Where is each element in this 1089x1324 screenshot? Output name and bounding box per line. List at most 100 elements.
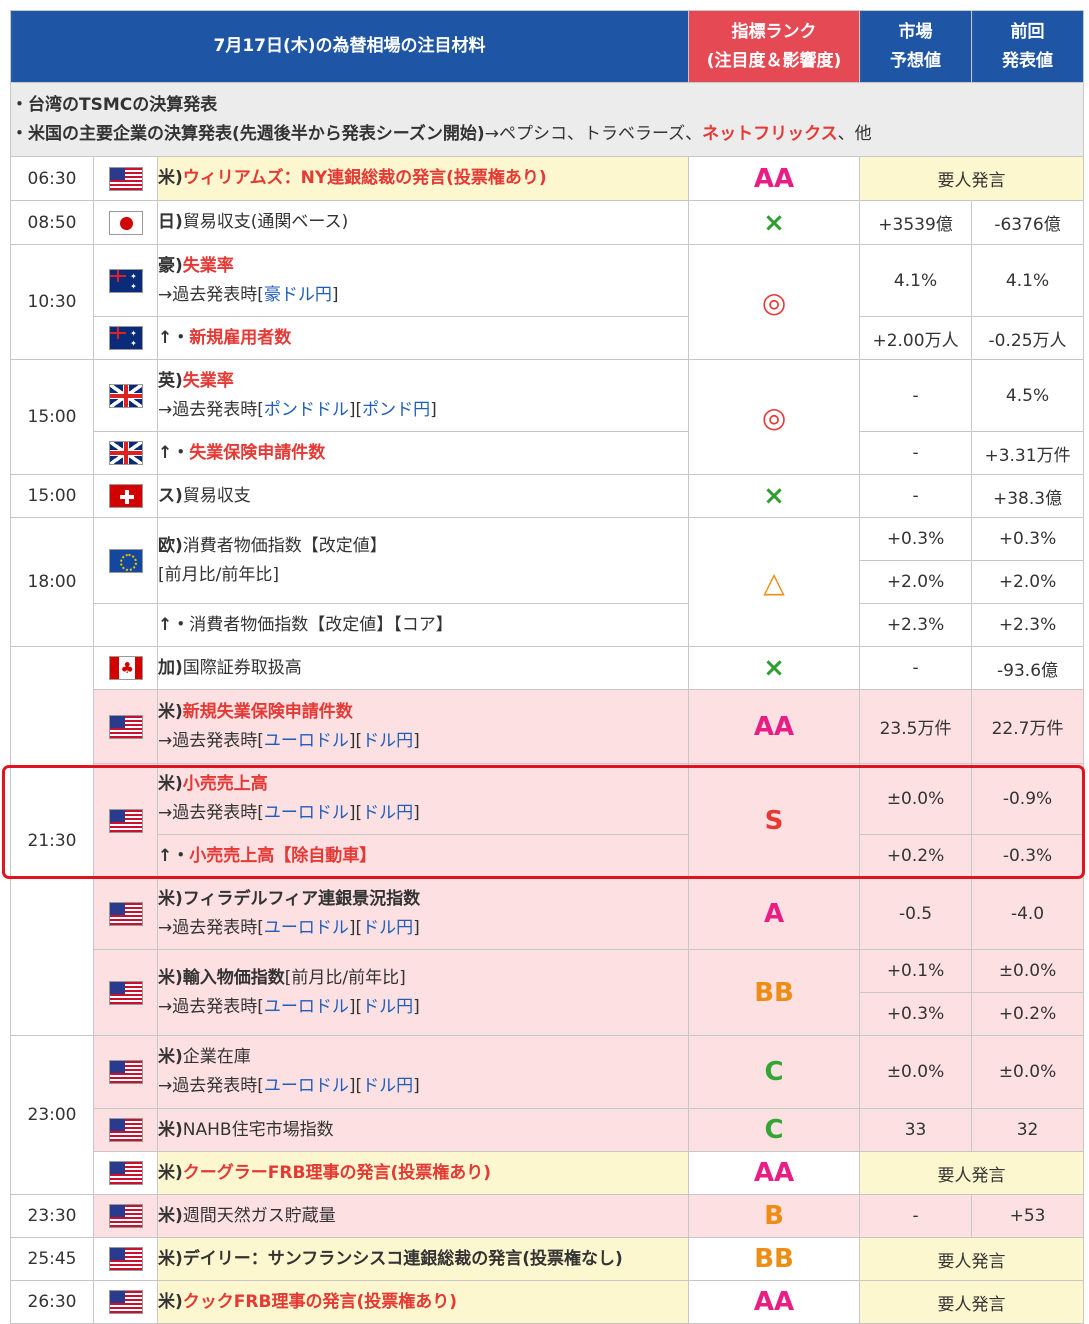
us-flag-icon xyxy=(108,980,143,1005)
rank-column-header: 指標ランク (注目度＆影響度) xyxy=(688,10,861,83)
pair-link[interactable]: ポンドドル xyxy=(264,400,349,420)
previous-cell: -4.0 xyxy=(971,877,1085,950)
flag-cell xyxy=(93,156,158,201)
table-row: 21:30 加)国際証券取扱高 × - -93.6億 xyxy=(10,646,1085,1036)
flag-cell xyxy=(93,1237,158,1281)
rank-cell: △ xyxy=(688,517,861,647)
pair-link[interactable]: ユーロドル xyxy=(264,997,349,1017)
forecast-cell: +0.2% xyxy=(859,834,973,878)
us-flag-icon xyxy=(108,1204,143,1228)
table-row: 米)クーグラーFRB理事の発言(投票権あり) AA 要人発言 xyxy=(11,1151,1085,1195)
rank-cell: AA xyxy=(688,156,861,201)
indicator-name: ↑・消費者物価指数【改定値】【コア】 xyxy=(156,603,690,647)
flag-cell xyxy=(93,1280,158,1324)
time-cell: 23:00 xyxy=(10,1035,94,1195)
table-row: 15:00 英)失業率 →過去発表時[ポンドドル][ポンド円] ◎ - 4.5% xyxy=(10,359,1085,475)
time-cell: 06:30 xyxy=(10,156,94,201)
forecast-cell: +0.3% xyxy=(859,992,973,1036)
previous-cell: +0.2% xyxy=(971,992,1085,1036)
pair-link[interactable]: ドル円 xyxy=(362,997,413,1017)
previous-cell: ±0.0% xyxy=(971,949,1085,993)
table-row: 18:00 欧)消費者物価指数【改定値】 [前月比/前年比] △ +0.3% +0… xyxy=(10,517,1085,647)
forecast-cell: +0.3% xyxy=(859,517,973,561)
table-header-row: 7月17日(木)の為替相場の注目材料 指標ランク (注目度＆影響度) 市場 予想値 … xyxy=(9,10,1085,83)
forecast-cell: ±0.0% xyxy=(859,1035,973,1109)
table-row: 米)輸入物価指数[前月比/前年比] →過去発表時[ユーロドル][ドル円] BB +… xyxy=(11,949,1085,1036)
previous-cell: +0.3% xyxy=(971,517,1085,561)
pair-link[interactable]: ユーロドル xyxy=(264,731,349,751)
us-flag-icon xyxy=(108,166,143,191)
pair-link[interactable]: ドル円 xyxy=(362,731,413,751)
speech-cell: 要人発言 xyxy=(859,1280,1085,1324)
table-row: 15:00 ス)貿易収支 × - +38.3億 xyxy=(10,474,1085,518)
forecast-cell: 23.5万件 xyxy=(859,689,973,764)
indicator-name: 加)国際証券取扱高 xyxy=(156,646,690,690)
previous-cell: -0.9% xyxy=(971,763,1085,835)
previous-cell: 22.7万件 xyxy=(971,689,1085,764)
table-row: 26:30 米)クックFRB理事の発言(投票権あり) AA 要人発言 xyxy=(10,1280,1085,1324)
indicator-name: 米)クックFRB理事の発言(投票権あり) xyxy=(156,1280,690,1324)
rank-cell: × xyxy=(688,200,861,245)
us-flag-icon xyxy=(108,714,143,739)
pair-link[interactable]: ユーロドル xyxy=(264,1076,349,1096)
flag-cell xyxy=(93,1035,158,1109)
forecast-cell: -0.5 xyxy=(859,877,973,950)
flag-cell xyxy=(93,244,158,317)
rank-cell: BB xyxy=(688,949,861,1036)
flag-cell xyxy=(93,200,158,245)
swiss-flag-icon xyxy=(108,484,143,508)
indicator-name: ↑・失業保険申請件数 xyxy=(156,431,690,475)
table-row: 米)フィラデルフィア連銀景況指数 →過去発表時[ユーロドル][ドル円] A -0.… xyxy=(11,877,1085,950)
previous-cell: +53 xyxy=(971,1194,1085,1238)
speech-cell: 要人発言 xyxy=(859,1151,1085,1195)
time-cell: 26:30 xyxy=(10,1280,94,1324)
pair-link[interactable]: ユーロドル xyxy=(264,918,349,938)
indicator-name: 欧)消費者物価指数【改定値】 [前月比/前年比] xyxy=(156,517,690,604)
previous-cell: +2.3% xyxy=(971,603,1085,647)
previous-cell: -93.6億 xyxy=(971,646,1085,690)
time-cell: 25:45 xyxy=(10,1237,94,1281)
previous-cell: +3.31万件 xyxy=(971,431,1085,475)
rank-cell: S xyxy=(688,763,861,878)
rank-cell: × xyxy=(688,474,861,518)
forecast-cell: +2.3% xyxy=(859,603,973,647)
rank-cell: C xyxy=(688,1108,861,1152)
flag-cell xyxy=(93,316,158,360)
forecast-column-header: 市場 予想値 xyxy=(859,10,973,83)
forecast-cell: - xyxy=(859,474,973,518)
speech-cell: 要人発言 xyxy=(859,1237,1085,1281)
time-cell: 10:30 xyxy=(10,244,94,360)
table-row: 23:30 米)週間天然ガス貯蔵量 B - +53 xyxy=(10,1194,1085,1238)
forecast-cell: +2.0% xyxy=(859,560,973,604)
table-row: ↑・消費者物価指数【改定値】【コア】 +2.3% +2.3% xyxy=(11,603,1085,647)
indicator-name: 米)輸入物価指数[前月比/前年比] →過去発表時[ユーロドル][ドル円] xyxy=(156,949,690,1036)
us-flag-icon xyxy=(108,1161,143,1185)
pair-link[interactable]: ドル円 xyxy=(362,918,413,938)
pair-link[interactable]: ユーロドル xyxy=(264,803,349,823)
indicator-name: 豪)失業率 →過去発表時[豪ドル円] xyxy=(156,244,690,317)
indicator-name: ↑・小売売上高【除自動車】 xyxy=(156,834,690,878)
us-flag-icon xyxy=(108,1060,143,1084)
pair-link[interactable]: ドル円 xyxy=(362,803,413,823)
previous-cell: +2.0% xyxy=(971,560,1085,604)
note-line: ・米国の主要企業の決算発表(先週後半から発表シーズン開始)→ペプシコ、トラベラー… xyxy=(11,123,872,144)
time-cell: 21:30 xyxy=(10,646,94,1036)
uk-flag-icon xyxy=(108,441,143,465)
rank-cell: BB xyxy=(688,1237,861,1281)
pair-link[interactable]: 豪ドル円 xyxy=(264,285,332,305)
australia-flag-icon xyxy=(108,268,143,293)
us-flag-icon xyxy=(108,901,143,926)
calendar-container: 7月17日(木)の為替相場の注目材料 指標ランク (注目度＆影響度) 市場 予想値 … xyxy=(9,10,1085,1324)
forecast-cell: +0.1% xyxy=(859,949,973,993)
forecast-cell: 33 xyxy=(859,1108,973,1152)
previous-cell: -0.25万人 xyxy=(971,316,1085,360)
pair-link[interactable]: ドル円 xyxy=(362,1076,413,1096)
pair-link[interactable]: ポンド円 xyxy=(362,400,430,420)
table-row: ↑・失業保険申請件数 - +3.31万件 xyxy=(11,431,1085,475)
previous-cell: ±0.0% xyxy=(971,1035,1085,1109)
previous-cell: +38.3億 xyxy=(971,474,1085,518)
forecast-cell: ±0.0% xyxy=(859,763,973,835)
indicator-name: 英)失業率 →過去発表時[ポンドドル][ポンド円] xyxy=(156,359,690,432)
indicator-name: ↑・新規雇用者数 xyxy=(156,316,690,360)
indicator-name: 米)ウィリアムズ：NY連銀総裁の発言(投票権あり) xyxy=(156,156,690,201)
